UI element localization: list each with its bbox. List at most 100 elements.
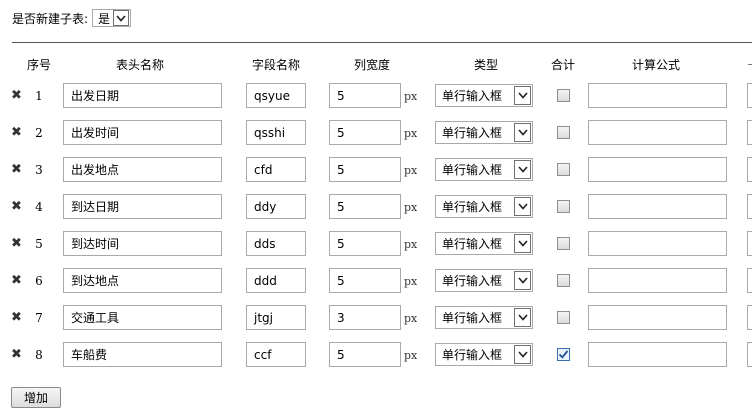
- next-column-input[interactable]: [747, 305, 752, 330]
- title-input[interactable]: 到达地点: [63, 268, 222, 293]
- next-column-input[interactable]: [747, 120, 752, 145]
- chevron-down-icon[interactable]: [514, 271, 531, 290]
- field-name-input[interactable]: cfd: [246, 157, 306, 182]
- field-name-input[interactable]: qsshi: [246, 120, 306, 145]
- sum-checkbox[interactable]: [557, 200, 570, 213]
- title-input[interactable]: 车船费: [63, 342, 222, 367]
- column-width-input[interactable]: 3: [329, 305, 401, 330]
- field-name-input[interactable]: ddy: [246, 194, 306, 219]
- add-button[interactable]: 增加: [11, 387, 61, 408]
- check-icon: [558, 350, 569, 359]
- type-select[interactable]: 单行输入框: [435, 306, 533, 329]
- sum-checkbox[interactable]: [557, 274, 570, 287]
- type-select-value: 单行输入框: [442, 163, 503, 177]
- chevron-down-icon[interactable]: [514, 234, 531, 253]
- next-column-input[interactable]: [747, 157, 752, 182]
- formula-input[interactable]: [588, 194, 727, 219]
- title-input[interactable]: 出发日期: [63, 83, 222, 108]
- formula-input[interactable]: [588, 342, 727, 367]
- type-select[interactable]: 单行输入框: [435, 195, 533, 218]
- unit-label: px: [404, 349, 418, 362]
- unit-label: px: [404, 201, 418, 214]
- column-width-input[interactable]: 5: [329, 157, 401, 182]
- formula-input[interactable]: [588, 157, 727, 182]
- row-number: 7: [35, 311, 43, 325]
- next-column-input[interactable]: [747, 83, 752, 108]
- chevron-down-icon[interactable]: [514, 123, 531, 142]
- unit-label: px: [404, 312, 418, 325]
- title-input[interactable]: 到达时间: [63, 231, 222, 256]
- unit-label: px: [404, 238, 418, 251]
- type-select-value: 单行输入框: [442, 274, 503, 288]
- header-width: 列宽度: [353, 58, 390, 72]
- sum-checkbox[interactable]: [557, 126, 570, 139]
- column-width-input[interactable]: 5: [329, 194, 401, 219]
- sum-checkbox[interactable]: [557, 163, 570, 176]
- header-type: 类型: [473, 58, 498, 72]
- row-number: 5: [35, 237, 43, 251]
- close-icon[interactable]: ✖: [11, 162, 22, 177]
- type-select[interactable]: 单行输入框: [435, 232, 533, 255]
- close-icon[interactable]: ✖: [11, 347, 22, 362]
- type-select[interactable]: 单行输入框: [435, 158, 533, 181]
- close-icon[interactable]: ✖: [11, 310, 22, 325]
- type-select[interactable]: 单行输入框: [435, 269, 533, 292]
- title-input[interactable]: 出发时间: [63, 120, 222, 145]
- next-column-input[interactable]: [747, 342, 752, 367]
- chevron-down-icon[interactable]: [514, 160, 531, 179]
- close-icon[interactable]: ✖: [11, 236, 22, 251]
- close-icon[interactable]: ✖: [11, 273, 22, 288]
- sum-checkbox[interactable]: [557, 348, 570, 361]
- table-row: ✖ 2 出发时间 qsshi 5 px 单行输入框: [0, 120, 752, 146]
- field-name-input[interactable]: jtgj: [246, 305, 306, 330]
- type-select-value: 单行输入框: [442, 311, 503, 325]
- field-name-input[interactable]: qsyue: [246, 83, 306, 108]
- close-icon[interactable]: ✖: [11, 125, 22, 140]
- chevron-down-icon[interactable]: [514, 345, 531, 364]
- row-number: 4: [35, 200, 43, 214]
- close-icon[interactable]: ✖: [11, 199, 22, 214]
- column-width-input[interactable]: 5: [329, 342, 401, 367]
- formula-input[interactable]: [588, 120, 727, 145]
- row-number: 1: [35, 89, 43, 103]
- title-input[interactable]: 交通工具: [63, 305, 222, 330]
- next-column-input[interactable]: [747, 231, 752, 256]
- table-row: ✖ 4 到达日期 ddy 5 px 单行输入框: [0, 194, 752, 220]
- field-name-input[interactable]: dds: [246, 231, 306, 256]
- sum-checkbox[interactable]: [557, 237, 570, 250]
- title-input[interactable]: 到达日期: [63, 194, 222, 219]
- type-select[interactable]: 单行输入框: [435, 343, 533, 366]
- chevron-down-icon[interactable]: [514, 86, 531, 105]
- row-number: 3: [35, 163, 43, 177]
- column-width-input[interactable]: 5: [329, 120, 401, 145]
- column-width-input[interactable]: 5: [329, 268, 401, 293]
- type-select[interactable]: 单行输入框: [435, 84, 533, 107]
- title-input[interactable]: 出发地点: [63, 157, 222, 182]
- formula-input[interactable]: [588, 83, 727, 108]
- table-row: ✖ 6 到达地点 ddd 5 px 单行输入框: [0, 268, 752, 294]
- chevron-down-icon[interactable]: [113, 10, 130, 26]
- formula-input[interactable]: [588, 231, 727, 256]
- chevron-down-icon[interactable]: [514, 308, 531, 327]
- table-row: ✖ 8 车船费 ccf 5 px 单行输入框: [0, 342, 752, 368]
- field-name-input[interactable]: ddd: [246, 268, 306, 293]
- header-formula: 计算公式: [631, 58, 680, 72]
- field-name-input[interactable]: ccf: [246, 342, 306, 367]
- chevron-down-icon[interactable]: [514, 197, 531, 216]
- divider: [12, 42, 752, 43]
- next-column-input[interactable]: [747, 268, 752, 293]
- subtable-select[interactable]: 是: [92, 9, 132, 27]
- sum-checkbox[interactable]: [557, 311, 570, 324]
- formula-input[interactable]: [588, 305, 727, 330]
- header-seq: 序号: [26, 58, 51, 72]
- row-number: 6: [35, 274, 43, 288]
- formula-input[interactable]: [588, 268, 727, 293]
- column-width-input[interactable]: 5: [329, 83, 401, 108]
- sum-checkbox[interactable]: [557, 89, 570, 102]
- type-select[interactable]: 单行输入框: [435, 121, 533, 144]
- next-column-input[interactable]: [747, 194, 752, 219]
- close-icon[interactable]: ✖: [11, 88, 22, 103]
- column-width-input[interactable]: 5: [329, 231, 401, 256]
- subtable-label: 是否新建子表:: [12, 11, 89, 26]
- header-sum: 合计: [550, 58, 575, 72]
